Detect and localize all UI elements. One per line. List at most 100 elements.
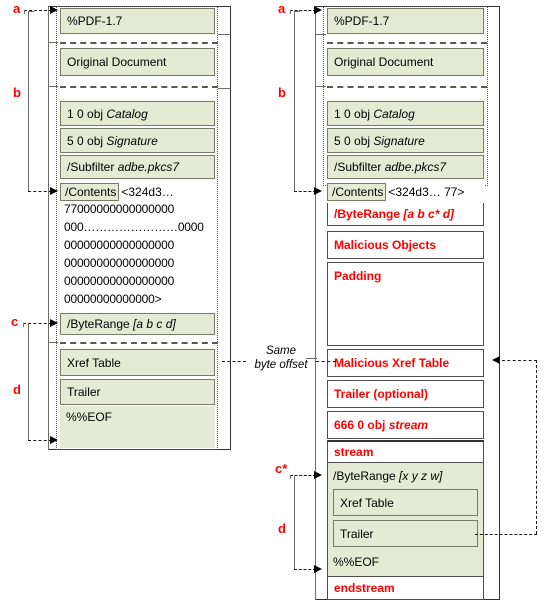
separator-dashed-1 — [327, 42, 487, 44]
row-label-em: Catalog — [373, 106, 415, 121]
row-label-text: /Subfilter — [67, 160, 118, 174]
row-subfilter: /Subfilter adbe.pkcs7 — [327, 155, 484, 179]
bracket-b-stem — [294, 11, 295, 191]
inner-rail — [48, 6, 49, 450]
hex-line: 00000000000000000 — [64, 256, 175, 270]
row-signature-object: 5 0 obj Signature — [60, 128, 215, 153]
row-label: %%EOF — [66, 410, 113, 424]
bracket-a-stem — [290, 10, 291, 14]
same-byte-offset-line-2: byte offset — [254, 359, 308, 371]
separator-dashed-2 — [60, 86, 218, 88]
row-label: /ByteRange [a b c* d] — [328, 207, 454, 221]
row-label-em: [a b c* d] — [403, 207, 455, 221]
separator-dashed-2 — [327, 86, 487, 88]
bracket-label-a: a — [278, 1, 286, 16]
inner-tick-1 — [315, 34, 326, 35]
row-label: Malicious Objects — [334, 238, 437, 252]
row-label-text: 5 0 obj — [334, 133, 374, 148]
row-label: Original Document — [67, 55, 167, 69]
row-label: Padding — [334, 269, 382, 283]
offset-link-top — [502, 360, 537, 361]
hex-line: 00000000000000000 — [64, 238, 175, 252]
row-byterange-malicious: /ByteRange [a b c* d] — [327, 203, 484, 226]
row-stream-object: 666 0 obj stream — [327, 411, 484, 439]
offset-link-bottom — [475, 534, 537, 535]
bracket-label-b: b — [278, 85, 286, 100]
separator-dashed-3 — [60, 342, 218, 344]
hex-line: 00000000000000000 — [64, 274, 175, 288]
row-label-text: 666 0 obj — [334, 418, 389, 432]
row-label-text: 5 0 obj — [67, 133, 107, 148]
row-label-em: Signature — [373, 133, 425, 148]
original-pdf-diagram: %PDF-1.7 Original Document 1 0 obj Catal… — [0, 0, 270, 606]
row-endstream: endstream — [327, 576, 484, 600]
bracket-label-a: a — [13, 1, 21, 16]
bracket-c-arrow — [50, 318, 58, 327]
bracket-d-stem — [294, 476, 295, 569]
bracket-label-c: c — [11, 314, 19, 329]
right-tick-2 — [218, 88, 231, 89]
offset-link-arrow — [492, 355, 500, 364]
bracket-cstar-arrow — [314, 470, 322, 479]
row-trailer: Trailer — [60, 379, 215, 405]
same-byte-offset-line-1: Same — [265, 345, 297, 357]
row-catalog-object: 1 0 obj Catalog — [327, 101, 484, 126]
row-label: Trailer (optional) — [334, 387, 429, 401]
row-label: 5 0 obj Signature — [61, 134, 158, 148]
row-label: Xref Table — [67, 355, 121, 370]
same-byte-offset-note: Same byte offset — [246, 344, 316, 372]
bracket-b-tick-top — [28, 11, 34, 12]
row-label-em: [a b c d] — [133, 317, 176, 331]
bracket-label-d: d — [278, 521, 286, 536]
contents-value: <324d3… 77> — [388, 185, 465, 199]
row-label-em: Catalog — [106, 106, 148, 121]
bracket-c-stem — [23, 323, 24, 327]
row-label: %%EOF — [333, 555, 380, 569]
row-xref-table-inner: Xref Table — [333, 489, 478, 516]
contents-hex-block: 77000000000000000 000……………………0000 000000… — [64, 200, 216, 308]
row-label: Trailer — [340, 526, 374, 541]
inner-tick-1 — [48, 42, 58, 43]
row-malicious-objects: Malicious Objects — [327, 231, 484, 259]
row-label: %PDF-1.7 — [67, 14, 123, 28]
bracket-a-arrow — [314, 5, 322, 14]
row-label: stream — [334, 445, 374, 459]
row-pdf-header: %PDF-1.7 — [60, 8, 215, 34]
row-padding: Padding — [327, 262, 484, 346]
hex-line: 000……………………0000 — [64, 220, 204, 234]
row-label: 1 0 obj Catalog — [328, 107, 415, 121]
row-label: /Subfilter adbe.pkcs7 — [61, 160, 179, 174]
row-label: Trailer — [67, 385, 101, 399]
row-label: Malicious Xref Table — [334, 356, 450, 370]
bracket-d-leader — [294, 569, 316, 570]
bracket-b-leader — [294, 191, 316, 192]
row-label-text: /ByteRange — [333, 469, 400, 483]
row-original-document: Original Document — [60, 48, 215, 76]
bracket-label-d: d — [13, 382, 21, 397]
bracket-a-stem — [24, 10, 25, 14]
row-label: /ByteRange [a b c d] — [61, 317, 176, 331]
contents-key: /Contents — [60, 183, 120, 201]
row-label: /ByteRange [x y z w] — [327, 469, 442, 483]
row-trailer-inner: Trailer — [333, 520, 478, 547]
row-eof: %%EOF — [327, 550, 484, 574]
row-label: %PDF-1.7 — [334, 14, 390, 28]
row-label-em: adbe.pkcs7 — [117, 160, 180, 174]
row-byterange: /ByteRange [a b c d] — [60, 313, 215, 335]
row-original-document: Original Document — [327, 48, 484, 76]
row-label-em: stream — [388, 418, 429, 432]
right-tick-1 — [218, 34, 231, 35]
bracket-b-stem — [28, 11, 29, 191]
row-label-text: /ByteRange — [334, 207, 404, 221]
bracket-b-arrow — [314, 186, 322, 195]
bracket-cstar-stem — [290, 475, 291, 479]
attacked-pdf-diagram: %PDF-1.7 Original Document 1 0 obj Catal… — [270, 0, 550, 606]
bracket-label-b: b — [13, 85, 21, 100]
row-label: 1 0 obj Catalog — [61, 107, 148, 121]
contents-key: /Contents — [327, 183, 387, 201]
bracket-a-arrow — [50, 5, 58, 14]
row-label-em: adbe.pkcs7 — [384, 160, 447, 174]
row-signature-object: 5 0 obj Signature — [327, 128, 484, 153]
separator-dashed-1 — [60, 42, 218, 44]
row-label-em: [x y z w] — [399, 469, 443, 483]
